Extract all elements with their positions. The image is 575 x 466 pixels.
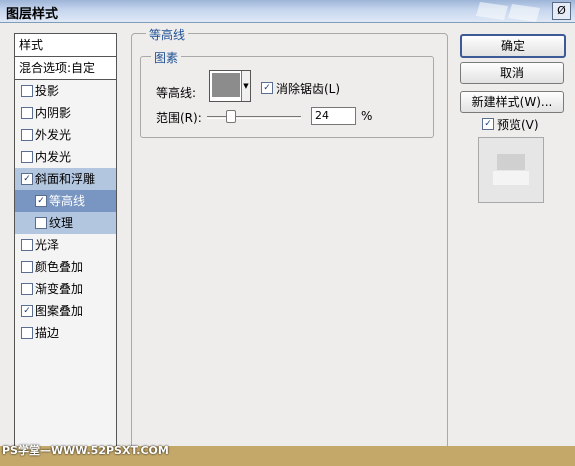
- styles-header[interactable]: 样式: [15, 34, 116, 57]
- style-checkbox[interactable]: [21, 327, 33, 339]
- preview-label[interactable]: 预览(V): [497, 116, 539, 133]
- range-slider-track[interactable]: [207, 116, 301, 119]
- style-item[interactable]: 纹理: [15, 212, 116, 234]
- range-slider-thumb[interactable]: [225, 110, 236, 123]
- contour-picker[interactable]: ▼: [209, 70, 251, 102]
- style-item[interactable]: 投影: [15, 80, 116, 102]
- style-checkbox[interactable]: [21, 151, 33, 163]
- style-item-label: 颜色叠加: [35, 260, 84, 274]
- range-input[interactable]: 24: [311, 107, 356, 125]
- style-item[interactable]: 内阴影: [15, 102, 116, 124]
- layer-style-dialog: 样式 混合选项:自定 投影 内阴影 外发光 内发光 ✓ 斜面和浮雕 ✓ 等高线 纹理 光泽 颜色叠加…: [0, 23, 575, 466]
- style-item-label: 渐变叠加: [35, 282, 84, 296]
- title-bar: 图层样式 Ø: [0, 0, 575, 23]
- windows-logo-decoration: [476, 2, 540, 22]
- preview-shape-front: [493, 171, 529, 185]
- range-unit: %: [361, 109, 373, 123]
- style-checkbox[interactable]: [21, 261, 33, 273]
- new-style-button[interactable]: 新建样式(W)...: [460, 91, 564, 113]
- panel-title: 等高线: [146, 26, 189, 43]
- style-checkbox[interactable]: [21, 129, 33, 141]
- style-checkbox[interactable]: [21, 283, 33, 295]
- style-item-label: 外发光: [35, 128, 72, 142]
- style-item-label: 纹理: [49, 216, 74, 230]
- style-item-label: 斜面和浮雕: [35, 172, 96, 186]
- style-item-label: 内发光: [35, 150, 72, 164]
- window-title: 图层样式: [6, 7, 59, 22]
- style-item-label: 光泽: [35, 238, 60, 252]
- style-item[interactable]: 外发光: [15, 124, 116, 146]
- style-item[interactable]: 描边: [15, 322, 116, 344]
- style-checkbox[interactable]: [21, 239, 33, 251]
- contour-panel: 等高线 图素 等高线: ▼ ✓ 消除锯齿(L) 范围(R): 24 %: [131, 26, 448, 449]
- style-item[interactable]: ✓ 等高线: [15, 190, 116, 212]
- style-checkbox[interactable]: [21, 85, 33, 97]
- styles-list: 样式 混合选项:自定 投影 内阴影 外发光 内发光 ✓ 斜面和浮雕 ✓ 等高线 纹理 光泽 颜色叠加…: [14, 33, 117, 449]
- anti-alias-checkbox[interactable]: ✓: [261, 82, 273, 94]
- style-checkbox[interactable]: [35, 217, 47, 229]
- style-checkbox[interactable]: ✓: [21, 173, 33, 185]
- style-item[interactable]: 内发光: [15, 146, 116, 168]
- style-item[interactable]: 渐变叠加: [15, 278, 116, 300]
- style-item[interactable]: ✓ 斜面和浮雕: [15, 168, 116, 190]
- style-item-label: 投影: [35, 84, 60, 98]
- style-item[interactable]: ✓ 图案叠加: [15, 300, 116, 322]
- preview-shape-back: [497, 154, 525, 170]
- contour-label: 等高线:: [156, 86, 197, 100]
- cancel-button[interactable]: 取消: [460, 62, 564, 84]
- chevron-down-icon[interactable]: ▼: [241, 71, 250, 101]
- style-item-label: 内阴影: [35, 106, 72, 120]
- watermark: PS学堂—WWW.52PSXT.COM: [2, 444, 169, 457]
- style-checkbox[interactable]: [21, 107, 33, 119]
- style-item[interactable]: 光泽: [15, 234, 116, 256]
- elements-group: 图素 等高线: ▼ ✓ 消除锯齿(L) 范围(R): 24 %: [140, 49, 434, 138]
- style-checkbox[interactable]: ✓: [35, 195, 47, 207]
- contour-preview[interactable]: [212, 73, 240, 97]
- close-button[interactable]: Ø: [552, 2, 571, 20]
- style-item[interactable]: 颜色叠加: [15, 256, 116, 278]
- blending-options-item[interactable]: 混合选项:自定: [15, 57, 116, 80]
- preview-checkbox[interactable]: ✓: [482, 118, 494, 130]
- style-item-label: 等高线: [49, 194, 86, 208]
- style-preview: [478, 137, 544, 203]
- style-item-label: 图案叠加: [35, 304, 84, 318]
- ok-button[interactable]: 确定: [460, 34, 566, 58]
- range-label: 范围(R):: [156, 111, 202, 125]
- group-title: 图素: [151, 49, 182, 66]
- style-checkbox[interactable]: ✓: [21, 305, 33, 317]
- anti-alias-label[interactable]: 消除锯齿(L): [276, 80, 340, 97]
- style-item-label: 描边: [35, 326, 60, 340]
